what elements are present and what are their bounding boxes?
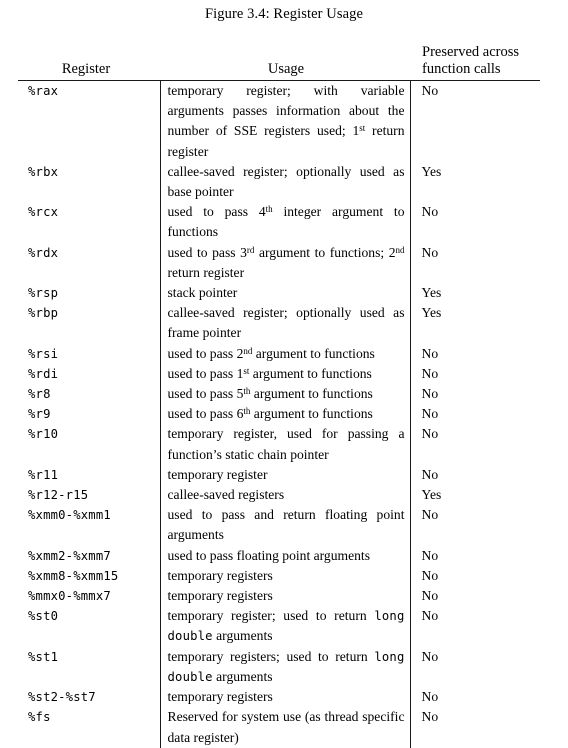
table-row: %r9 used to pass 6th argument to function… (18, 404, 540, 425)
cell-register: %r12-r15 (28, 488, 89, 503)
table-row: %rax temporary register; with variable ar… (18, 81, 540, 162)
cell-preserved: No (409, 687, 540, 708)
cell-register: %r11 (28, 467, 59, 482)
table-row: %mmx0-%mmx7 temporary registers No (18, 586, 540, 607)
cell-usage: temporary register (159, 464, 410, 486)
cell-usage: used to pass 2nd argument to functions (159, 343, 410, 364)
cell-usage: temporary registers (159, 687, 410, 708)
cell-register: %rdx (28, 245, 59, 260)
cell-usage: Reserved for system use (as thread speci… (159, 707, 410, 748)
cell-preserved: No (409, 505, 540, 546)
table-header-row: Register Usage Preserved across function… (18, 44, 540, 80)
table-row: %rbp callee-saved register; optionally us… (18, 303, 540, 344)
cell-register: %st0 (28, 609, 59, 624)
column-header-preserved: Preserved across function calls (410, 44, 540, 80)
cell-preserved: No (409, 363, 540, 385)
cell-preserved: No (409, 606, 540, 647)
cell-register: %st2-%st7 (28, 690, 96, 705)
cell-preserved: No (409, 343, 540, 364)
cell-register: %rcx (28, 205, 59, 220)
table-row: %fs Reserved for system use (as thread sp… (18, 707, 540, 748)
cell-usage: used to pass and return floating point a… (159, 505, 410, 546)
cell-usage: used to pass 4th integer argument to fun… (159, 202, 410, 243)
cell-preserved: No (409, 565, 540, 587)
table-row: %rsp stack pointer Yes (18, 283, 540, 304)
cell-preserved: No (409, 424, 540, 465)
register-usage-table-container: Register Usage Preserved across function… (18, 44, 540, 748)
register-usage-table: Register Usage Preserved across function… (18, 44, 540, 748)
cell-register: %rsp (28, 286, 59, 301)
cell-usage: used to pass 5th argument to functions (159, 384, 410, 405)
cell-register: %fs (28, 710, 51, 725)
cell-register: %xmm0-%xmm1 (28, 508, 111, 523)
table-row: %rcx used to pass 4th integer argument to… (18, 202, 540, 243)
cell-register: %rbx (28, 164, 59, 179)
table-row: %xmm8-%xmm15 temporary registers No (18, 565, 540, 587)
table-row: %xmm2-%xmm7 used to pass floating point a… (18, 545, 540, 566)
table-row: %st2-%st7 temporary registers No (18, 687, 540, 708)
table-row: %xmm0-%xmm1 used to pass and return float… (18, 505, 540, 546)
cell-preserved: Yes (409, 161, 540, 203)
table-row: %r8 used to pass 5th argument to function… (18, 384, 540, 405)
figure-caption: Figure 3.4: Register Usage (204, 6, 364, 22)
cell-register: %mmx0-%mmx7 (28, 589, 111, 604)
column-header-preserved-line1: Preserved across (422, 44, 520, 60)
table-body: %rax temporary register; with variable ar… (18, 81, 540, 748)
column-header-preserved-line2: function calls (422, 61, 501, 77)
cell-usage: temporary registers (159, 586, 410, 607)
cell-preserved: No (409, 384, 540, 405)
cell-usage: temporary registers; used to return long… (159, 646, 410, 688)
cell-usage: used to pass 3rd argument to functions; … (159, 242, 410, 284)
cell-preserved: No (409, 707, 540, 748)
table-row: %rdi used to pass 1st argument to functio… (18, 363, 540, 385)
cell-preserved: Yes (409, 485, 540, 506)
figure-page: Figure 3.4: Register Usage Register Usag… (0, 0, 568, 748)
column-header-register: Register (61, 61, 111, 77)
cell-preserved: No (409, 545, 540, 566)
cell-usage: used to pass 6th argument to functions (159, 404, 410, 425)
cell-register: %xmm8-%xmm15 (28, 568, 119, 583)
cell-register: %r9 (28, 407, 51, 422)
column-header-usage: Usage (267, 61, 305, 77)
cell-preserved: No (409, 202, 540, 243)
cell-register: %rsi (28, 346, 59, 361)
cell-register: %st1 (28, 649, 59, 664)
cell-usage: temporary registers (159, 565, 410, 587)
table-row: %rdx used to pass 3rd argument to functio… (18, 242, 540, 284)
table-row: %r11 temporary register No (18, 464, 540, 486)
table-row: %r12-r15 callee-saved registers Yes (18, 485, 540, 506)
cell-usage: callee-saved register; optionally used a… (159, 303, 410, 344)
cell-preserved: No (409, 646, 540, 688)
cell-preserved: No (409, 242, 540, 284)
cell-preserved: No (409, 404, 540, 425)
cell-preserved: No (409, 464, 540, 486)
table-row: %st0 temporary register; used to return l… (18, 606, 540, 647)
cell-register: %rax (28, 84, 59, 98)
cell-register: %rdi (28, 366, 59, 381)
table-header: Register Usage Preserved across function… (18, 44, 540, 81)
cell-register: %r8 (28, 387, 51, 402)
cell-register: %xmm2-%xmm7 (28, 548, 111, 563)
cell-preserved: Yes (409, 303, 540, 344)
cell-register: %r10 (28, 427, 59, 442)
table-row: %rsi used to pass 2nd argument to functio… (18, 343, 540, 364)
cell-preserved: No (409, 586, 540, 607)
cell-preserved: No (409, 81, 540, 162)
cell-usage: stack pointer (159, 283, 410, 304)
cell-usage: used to pass floating point arguments (159, 545, 410, 566)
cell-preserved: Yes (409, 283, 540, 304)
cell-usage: used to pass 1st argument to functions (159, 363, 410, 385)
table-row: %rbx callee-saved register; optionally us… (18, 161, 540, 203)
cell-register: %rbp (28, 306, 59, 321)
table-row: %r10 temporary register, used for passing… (18, 424, 540, 465)
cell-usage: temporary register; used to return long … (159, 606, 410, 647)
cell-usage: callee-saved register; optionally used a… (159, 161, 410, 203)
cell-usage: temporary register; with variable argume… (159, 81, 410, 162)
cell-usage: callee-saved registers (159, 485, 410, 506)
table-row: %st1 temporary registers; used to return … (18, 646, 540, 688)
cell-usage: temporary register, used for passing a f… (159, 424, 410, 465)
